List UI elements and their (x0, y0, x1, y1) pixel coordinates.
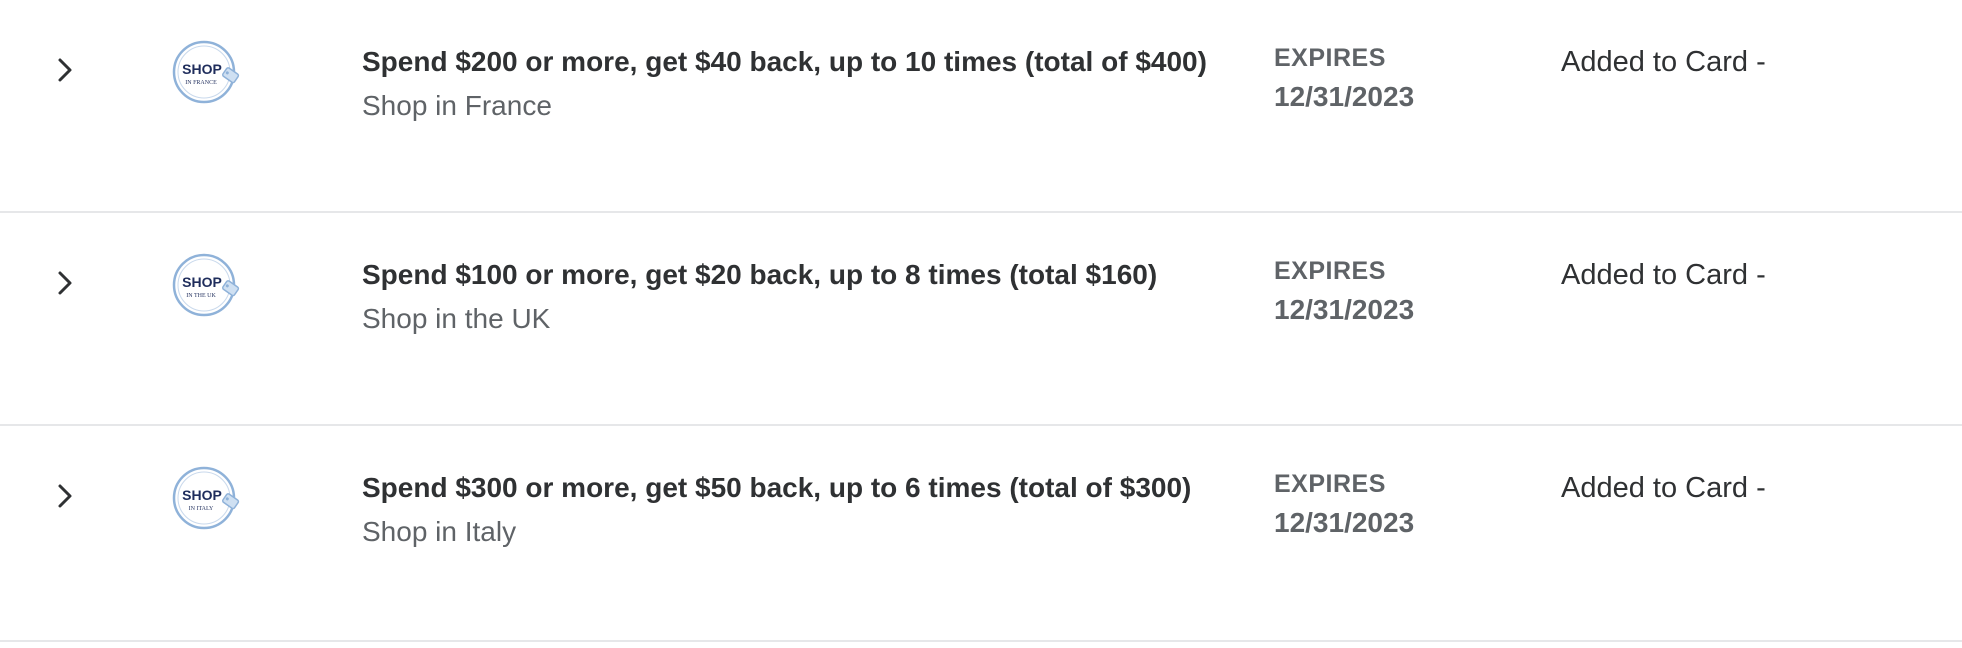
expires-date: 12/31/2023 (1274, 81, 1415, 112)
logo-word: SHOP (182, 487, 222, 503)
offer-details: Spend $200 or more, get $40 back, up to … (362, 40, 1212, 128)
merchant-logo: SHOP IN FRANCE (170, 38, 242, 106)
logo-subtitle: IN ITALY (189, 506, 214, 512)
chevron-right-icon[interactable] (55, 269, 77, 297)
offer-row[interactable]: SHOP IN FRANCE Spend $200 or more, get $… (0, 0, 1962, 213)
logo-subtitle: IN FRANCE (185, 80, 217, 86)
expires-date: 12/31/2023 (1274, 294, 1415, 325)
offer-details: Spend $300 or more, get $50 back, up to … (362, 466, 1212, 554)
logo-word: SHOP (182, 274, 222, 290)
merchant-logo: SHOP IN THE UK (170, 251, 242, 319)
expires-label: EXPIRES (1274, 44, 1386, 72)
offer-row[interactable]: SHOP IN ITALY Spend $300 or more, get $5… (0, 426, 1962, 642)
offer-expiration: EXPIRES 12/31/2023 (1274, 466, 1414, 544)
offer-row[interactable]: SHOP IN THE UK Spend $100 or more, get $… (0, 213, 1962, 426)
offer-title: Spend $200 or more, get $40 back, up to … (362, 46, 1207, 77)
offer-status: Added to Card - (1561, 259, 1766, 291)
offer-expiration: EXPIRES 12/31/2023 (1274, 253, 1414, 331)
expires-label: EXPIRES (1274, 257, 1386, 285)
offer-status: Added to Card - (1561, 472, 1766, 504)
offer-status: Added to Card - (1561, 46, 1766, 78)
expires-label: EXPIRES (1274, 470, 1386, 498)
offer-details: Spend $100 or more, get $20 back, up to … (362, 253, 1212, 341)
offer-list: SHOP IN FRANCE Spend $200 or more, get $… (0, 0, 1962, 648)
logo-subtitle: IN THE UK (186, 293, 216, 299)
chevron-right-icon[interactable] (55, 482, 77, 510)
offer-expiration: EXPIRES 12/31/2023 (1274, 40, 1414, 118)
logo-word: SHOP (182, 61, 222, 77)
merchant-logo: SHOP IN ITALY (170, 464, 242, 532)
chevron-right-icon[interactable] (55, 56, 77, 84)
expires-date: 12/31/2023 (1274, 507, 1415, 538)
offer-merchant: Shop in Italy (362, 516, 517, 547)
offer-title: Spend $100 or more, get $20 back, up to … (362, 259, 1158, 290)
offer-merchant: Shop in France (362, 90, 552, 121)
offer-merchant: Shop in the UK (362, 303, 551, 334)
offer-title: Spend $300 or more, get $50 back, up to … (362, 472, 1192, 503)
